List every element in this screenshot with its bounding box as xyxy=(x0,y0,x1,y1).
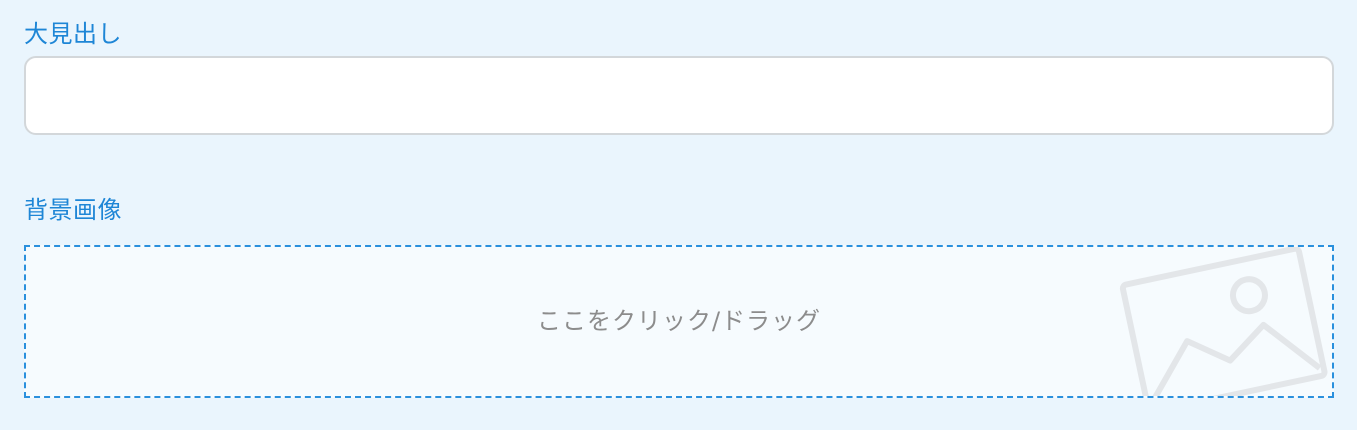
background-image-label: 背景画像 xyxy=(24,196,122,224)
heading-label: 大見出し xyxy=(24,20,122,48)
image-icon xyxy=(1119,247,1328,396)
heading-input[interactable] xyxy=(24,56,1334,135)
image-dropzone[interactable]: ここをクリック/ドラッグ xyxy=(24,245,1334,398)
